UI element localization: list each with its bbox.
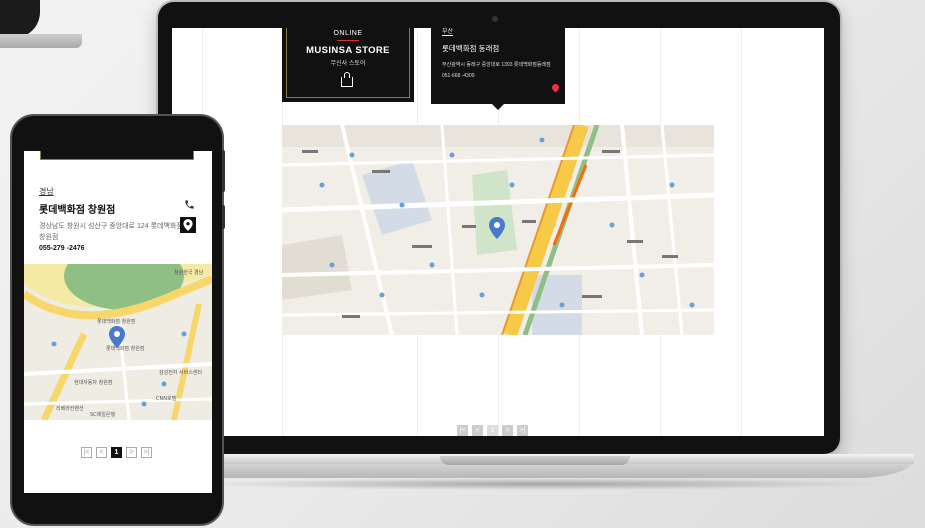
pagination: |< < 1 > >| bbox=[457, 425, 528, 436]
store-info-popup: 부산 롯데백화점 동래점 부산광역시 동래구 중앙대로 1393 롯데백화점동래… bbox=[431, 28, 565, 110]
store-name: MUSINSA STORE bbox=[306, 45, 390, 56]
phone-screen: 경남 롯데백화점 창원점 경상남도 창원시 성산구 중앙대로 124 롯데백화점… bbox=[24, 151, 212, 493]
popup-address: 부산광역시 동래구 중앙대로 1393 롯데백화점동래점 bbox=[442, 62, 551, 68]
store-card-musinsa[interactable]: ONLINE MUSINSA STORE 무신사 스토어 bbox=[282, 28, 414, 102]
location-pin-icon[interactable] bbox=[550, 82, 561, 93]
laptop-screen: ONLINE MUSINSA STORE 무신사 스토어 부산 롯데백화점 동래… bbox=[172, 28, 824, 436]
phone-top-shape bbox=[58, 116, 136, 150]
location-pin-icon bbox=[183, 219, 193, 231]
store-phone: 055-279 -2476 bbox=[39, 245, 85, 252]
last-page-button[interactable]: >| bbox=[517, 425, 528, 436]
phone-side-button bbox=[222, 150, 225, 192]
laptop-camera bbox=[492, 16, 498, 22]
map-label: 현대자동차 창원점 bbox=[74, 379, 112, 386]
map-label: CNN호텔 bbox=[156, 395, 177, 402]
map-pin-button[interactable] bbox=[180, 217, 196, 233]
prev-page-button[interactable]: < bbox=[472, 425, 483, 436]
store-card-strip bbox=[40, 151, 194, 160]
popup-title: 롯데백화점 동래점 bbox=[442, 44, 500, 53]
store-address: 경상남도 창원시 성산구 중앙대로 124 롯데백화점 창원점 bbox=[39, 223, 183, 241]
map-label: 창원한국 경남 bbox=[174, 269, 204, 276]
grid-line bbox=[741, 28, 742, 436]
phone-side-button bbox=[222, 205, 225, 229]
background-device bbox=[0, 0, 40, 38]
background-device-base bbox=[0, 34, 82, 48]
store-title: 롯데백화점 창원점 bbox=[39, 205, 116, 216]
map-label: 롯데백화점 창원점 bbox=[97, 318, 135, 325]
popup-region: 부산 bbox=[442, 28, 454, 36]
online-underline bbox=[337, 40, 359, 41]
current-page-button[interactable]: 1 bbox=[487, 425, 498, 436]
next-page-button[interactable]: > bbox=[502, 425, 513, 436]
laptop-notch bbox=[440, 456, 630, 465]
last-page-button[interactable]: >| bbox=[141, 447, 152, 458]
current-page-button[interactable]: 1 bbox=[111, 447, 122, 458]
map-label: 롯데백화점 창원점 bbox=[106, 345, 144, 352]
map-label: 리베라컨벤션 bbox=[56, 405, 84, 412]
next-page-button[interactable]: > bbox=[126, 447, 137, 458]
pagination-mobile: |< < 1 > >| bbox=[81, 447, 152, 458]
popup-phone: 051-668 -4309 bbox=[442, 73, 475, 79]
laptop-shadow bbox=[190, 478, 890, 490]
shopping-bag-icon bbox=[341, 72, 353, 87]
online-label: ONLINE bbox=[333, 30, 363, 37]
store-map[interactable] bbox=[282, 125, 714, 335]
store-region[interactable]: 경남 bbox=[39, 186, 54, 197]
prev-page-button[interactable]: < bbox=[96, 447, 107, 458]
first-page-button[interactable]: |< bbox=[457, 425, 468, 436]
store-map-mobile[interactable]: 롯데백화점 창원점 롯데백화점 창원점 현대자동차 창원점 SC제일은행 CNN… bbox=[24, 264, 212, 420]
first-page-button[interactable]: |< bbox=[81, 447, 92, 458]
map-label: SC제일은행 bbox=[90, 411, 115, 418]
phone-call-icon[interactable] bbox=[182, 198, 196, 211]
store-subtitle: 무신사 스토어 bbox=[330, 61, 366, 67]
map-label: 삼성전자 서비스센터 bbox=[159, 369, 202, 376]
